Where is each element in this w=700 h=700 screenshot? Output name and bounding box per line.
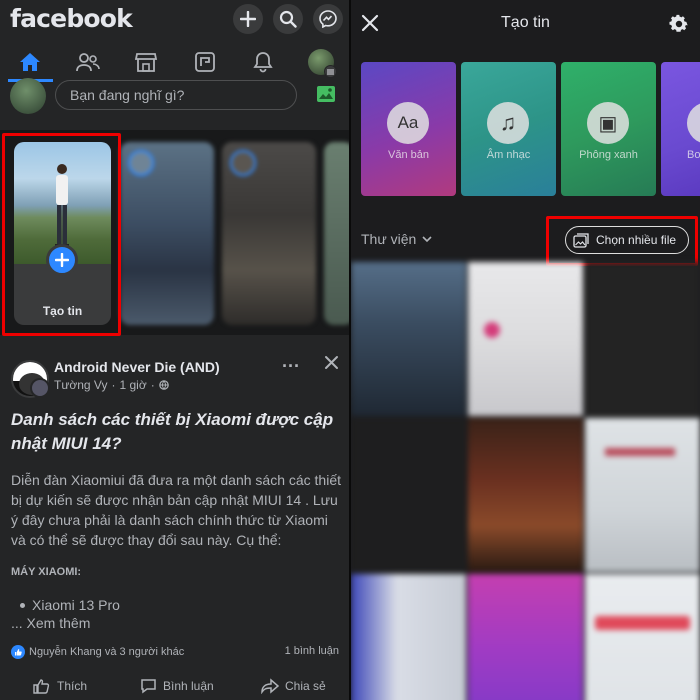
nav-notifications[interactable] [238,42,288,82]
page-title: Tạo tin [501,14,550,31]
nav-friends[interactable] [63,42,113,82]
reactions-text: Nguyễn Khang và 3 người khác [29,646,185,658]
messenger-icon [319,10,337,28]
group-name[interactable]: Android Never Die (AND) [54,359,220,375]
meta-separator: · [150,378,155,392]
post-meta: Tường Vy · 1 giờ · [54,378,169,392]
gallery-thumbnail[interactable] [585,574,700,700]
gallery-thumbnail[interactable] [585,262,700,416]
post-time[interactable]: 1 giờ [119,378,146,392]
gaming-icon [195,52,215,72]
story-type-cards: Aa Văn bản ♫ Âm nhạc ▣ Phông xanh ∞ Boo [361,62,700,196]
meta-separator: · [111,378,116,392]
globe-icon [158,380,169,390]
chevron-down-icon [422,235,432,242]
composer: Bạn đang nghĩ gì? [0,78,349,118]
hide-post-button[interactable] [324,355,339,375]
post-section-heading: MÁY XIAOMI: [11,566,82,578]
avatar[interactable] [10,78,46,114]
card-text-story[interactable]: Aa Văn bản [361,62,456,196]
home-icon [20,53,40,71]
comment-icon [141,679,156,694]
share-button[interactable]: Chia sẻ [261,678,326,694]
story-card[interactable] [222,142,316,325]
profile-avatar [308,49,337,78]
comment-label: Bình luận [163,679,214,693]
post-bullet-item: Xiaomi 13 Pro [32,597,120,613]
boomerang-icon: ∞ [687,102,700,144]
music-note-icon: ♫ [487,102,529,144]
gallery-thumbnail[interactable] [468,262,583,416]
post-title: Danh sách các thiết bị Xiaomi được cập n… [11,410,334,453]
highlight-select-multiple [546,216,698,266]
story-card[interactable] [324,142,349,325]
settings-button[interactable] [668,13,690,40]
green-screen-icon: ▣ [587,102,629,144]
story-card[interactable] [120,142,214,325]
search-icon [279,10,297,28]
messenger-button[interactable] [313,4,343,34]
author-avatar[interactable] [30,378,50,398]
gallery-thumbnail[interactable] [468,418,583,572]
share-label: Chia sẻ [285,679,326,693]
gallery-thumbnail[interactable] [351,574,466,700]
bullet-dot [20,603,25,608]
see-more-link[interactable]: ... Xem thêm [11,615,90,631]
feed-panel: facebook Bạn đang nghĩ gì? Tạo tin Andro… [0,0,349,700]
gear-icon [669,14,688,32]
nav-menu[interactable] [296,42,346,82]
gallery-grid [351,262,700,700]
photo-icon [317,86,335,102]
nav-marketplace[interactable] [121,42,171,82]
card-label: Văn bản [388,149,429,161]
facebook-logo: facebook [10,4,133,33]
text-aa-icon: Aa [387,102,429,144]
share-icon [261,678,279,694]
gallery-thumbnail[interactable] [468,574,583,700]
card-label: Phông xanh [579,149,638,161]
like-reaction-icon [11,645,25,659]
screen: facebook Bạn đang nghĩ gì? Tạo tin Andro… [0,0,700,700]
more-options-icon[interactable]: ··· [282,356,300,377]
author-name[interactable]: Tường Vy [54,378,107,392]
marketplace-icon [134,53,158,72]
bell-icon [253,52,273,73]
nav-home[interactable] [5,42,55,82]
create-button[interactable] [233,4,263,34]
gallery-thumbnail[interactable] [351,418,466,572]
card-boomerang-story[interactable]: ∞ Boo [661,62,700,196]
like-button[interactable]: Thích [33,678,87,694]
nav-gaming[interactable] [180,42,230,82]
post-body: Diễn đàn Xiaomiui đã đưa ra một danh sác… [11,472,342,548]
close-icon [325,356,338,369]
search-button[interactable] [273,4,303,34]
feed-post: Android Never Die (AND) Tường Vy · 1 giờ… [0,346,349,700]
comment-button[interactable]: Bình luận [140,678,214,694]
photo-button[interactable] [316,84,336,109]
highlight-create-story [2,133,121,336]
card-green-screen-story[interactable]: ▣ Phông xanh [561,62,656,196]
like-label: Thích [57,679,88,693]
reactions-summary[interactable]: Nguyễn Khang và 3 người khác [11,645,184,659]
thumbs-up-icon [33,679,50,694]
whats-on-your-mind-input[interactable]: Bạn đang nghĩ gì? [55,80,297,110]
gallery-label: Thư viện [361,231,417,247]
post-actions: Thích Bình luận Chia sẻ [0,672,349,700]
gallery-thumbnail[interactable] [585,418,700,572]
card-label: Âm nhạc [486,149,531,161]
gallery-dropdown[interactable]: Thư viện [361,231,432,247]
card-label: Boo [687,149,700,161]
create-story-panel: Tạo tin Aa Văn bản ♫ Âm nhạc ▣ Phông xan… [351,0,700,700]
friends-icon [76,53,100,72]
card-music-story[interactable]: ♫ Âm nhạc [461,62,556,196]
comments-count[interactable]: 1 bình luận [285,645,339,657]
plus-icon [240,11,256,27]
menu-icon [324,65,337,78]
gallery-thumbnail[interactable] [351,262,466,416]
